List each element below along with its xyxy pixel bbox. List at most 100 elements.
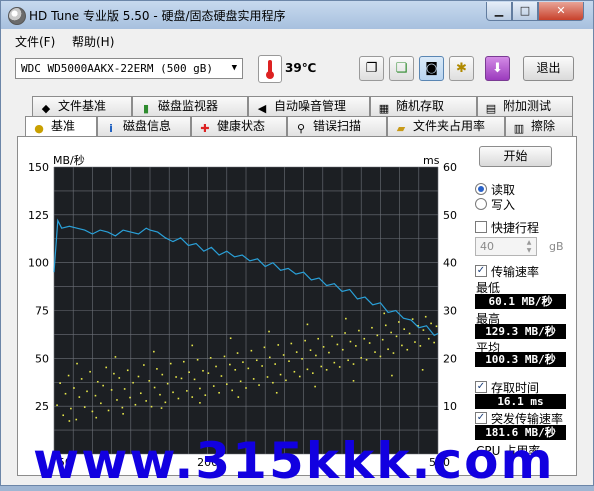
access-time-point [403, 328, 406, 330]
transfer-rate-label: 传输速率 [491, 265, 540, 279]
access-time-point [172, 391, 174, 394]
access-time-point [345, 317, 347, 320]
access-time-point [237, 396, 240, 398]
access-time-point [67, 374, 70, 377]
spin-down-icon[interactable]: ▼ [523, 247, 535, 255]
access-time-point [363, 337, 366, 340]
access-time-point [70, 407, 72, 410]
access-time-point [245, 387, 247, 389]
min-value: 60.1 MB/秒 [475, 294, 566, 309]
access-time-point [395, 335, 398, 338]
access-time-point [392, 352, 395, 354]
access-time-point [169, 362, 172, 365]
access-time-point [139, 392, 142, 395]
access-time-point [374, 351, 376, 353]
y-right-tick-label: 30 [443, 305, 457, 318]
access-time-point [86, 390, 88, 393]
access-time-point [89, 370, 91, 373]
access-time-point [180, 377, 183, 380]
burst-rate-checkbox[interactable]: ✓ [475, 412, 487, 424]
spin-up-icon[interactable]: ▲ [523, 239, 535, 247]
app-window: HD Tune 专业版 5.50 - 硬盘/固态硬盘实用程序 ▁ □ ✕ 文件(… [0, 0, 594, 490]
access-time-point [414, 341, 416, 343]
access-time-point [368, 342, 371, 344]
y-left-tick-label: 125 [28, 209, 49, 222]
y-left-tick-label: 25 [35, 400, 49, 413]
access-time-point [75, 418, 78, 421]
access-time-point [390, 331, 392, 334]
access-time-point [95, 416, 98, 419]
transfer-rate-checkbox[interactable]: ✓ [475, 265, 487, 277]
access-time-point [78, 396, 81, 398]
access-time-point [365, 358, 368, 361]
access-time-point [285, 379, 287, 382]
access-time-point [242, 361, 244, 363]
access-time-point [258, 384, 260, 386]
access-time-point [161, 373, 164, 376]
access-time-point [306, 323, 309, 326]
access-time-point [220, 375, 223, 377]
access-time-point [137, 375, 140, 378]
access-time-point [261, 365, 263, 367]
access-time-point [322, 346, 325, 348]
access-time-point [68, 420, 71, 422]
access-time-point [191, 396, 194, 398]
access-time-point [387, 348, 389, 351]
access-time-point [355, 345, 357, 347]
avg-value: 100.3 MB/秒 [475, 352, 566, 367]
access-time-point [148, 380, 151, 382]
access-time-point [226, 383, 228, 385]
access-time-point [352, 363, 355, 365]
y-left-tick-label: 75 [35, 305, 49, 318]
access-time-point [408, 332, 411, 335]
max-value: 129.3 MB/秒 [475, 324, 566, 339]
access-time-point [196, 358, 199, 361]
access-time-point [312, 372, 314, 374]
access-time-point [320, 365, 323, 368]
access-time-point [91, 410, 94, 413]
read-radio[interactable] [475, 183, 487, 195]
watermark-text: www.315kkk.com [33, 432, 555, 490]
y-right-tick-label: 20 [443, 352, 457, 365]
access-time-point [156, 368, 158, 370]
access-time-point [255, 359, 258, 362]
access-time-point [406, 348, 409, 351]
access-time-point [215, 365, 217, 368]
access-time-point [236, 352, 239, 354]
y-right-tick-label: 50 [443, 209, 457, 222]
access-time-point [424, 315, 427, 318]
quick-stroke-label: 快捷行程 [491, 221, 540, 235]
access-time-point [277, 344, 280, 346]
quick-stroke-checkbox[interactable] [475, 221, 487, 233]
start-button[interactable]: 开始 [479, 146, 552, 167]
access-time-point [358, 329, 360, 332]
access-time-point [62, 414, 65, 417]
access-time-point [126, 369, 129, 372]
access-time-point [143, 364, 145, 366]
access-time-point [102, 384, 104, 387]
access-time-point [314, 385, 316, 388]
access-time-point [234, 369, 237, 371]
access-time-point [279, 373, 282, 376]
y-right-tick-label: 10 [443, 400, 457, 413]
access-time-point [94, 394, 97, 397]
access-time-point [325, 369, 328, 371]
access-time-point [118, 377, 121, 379]
access-time-point [123, 388, 126, 390]
access-time-point [391, 374, 393, 377]
access-time-point [59, 382, 61, 385]
access-time-point [419, 345, 422, 347]
access-time-point [150, 405, 153, 408]
access-time-checkbox[interactable]: ✓ [475, 381, 487, 393]
write-radio[interactable] [475, 198, 487, 210]
access-time-point [274, 363, 276, 365]
access-time-point [427, 337, 430, 340]
access-time-point [153, 386, 156, 389]
access-time-point [186, 390, 188, 392]
quick-stroke-input[interactable]: 40 ▲ ▼ [475, 237, 537, 256]
access-time-point [275, 391, 278, 394]
access-time-point [252, 378, 255, 380]
access-time-point [309, 349, 312, 352]
access-time-point [371, 326, 373, 329]
access-time-point [76, 362, 78, 365]
